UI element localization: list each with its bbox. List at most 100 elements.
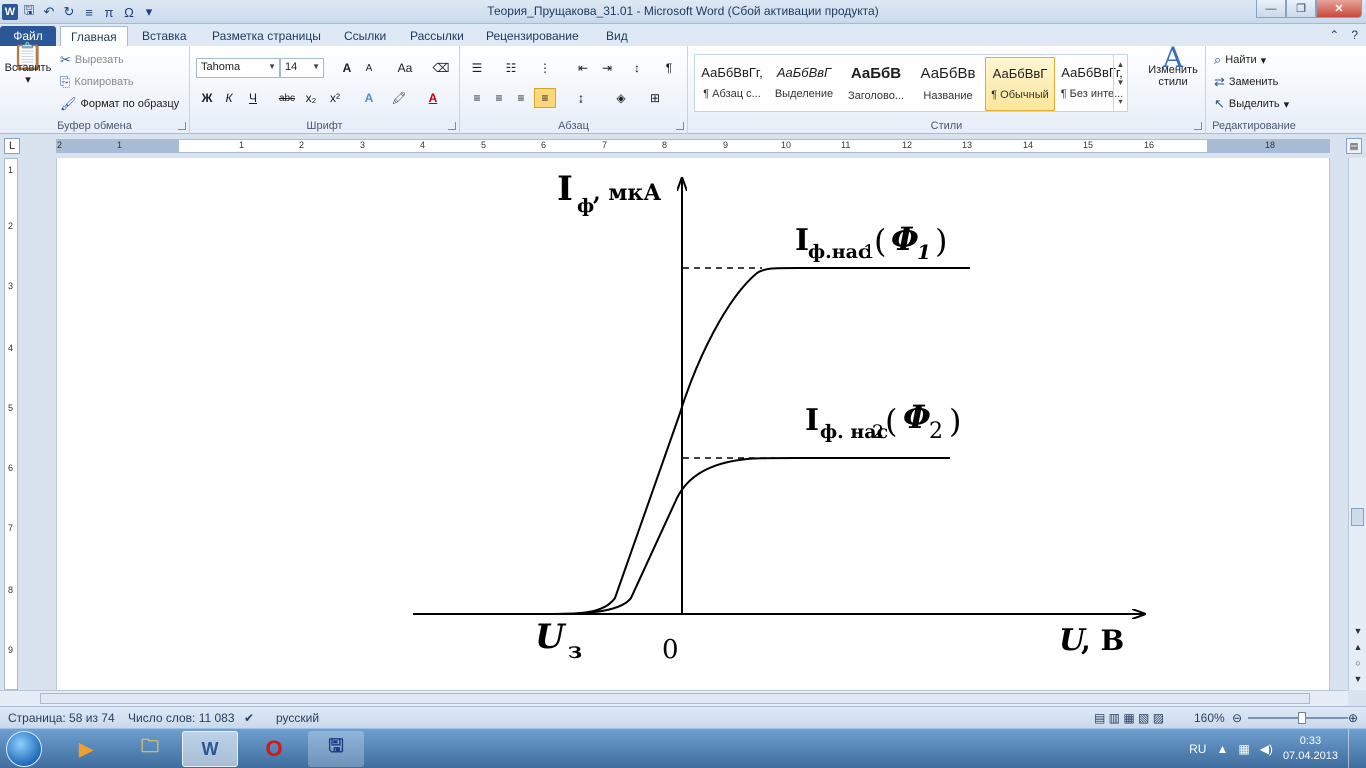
paragraph-launcher[interactable] [676, 122, 684, 130]
style-item[interactable]: АаБбВв Название [913, 57, 983, 111]
tab-review[interactable]: Рецензирование [476, 26, 589, 46]
tab-mailings[interactable]: Рассылки [400, 26, 474, 46]
paste-button[interactable]: 📋 Вставить ▾ [4, 43, 52, 86]
document-page[interactable]: I ф , мкА I ф.нас 1 ( Φ 1 ) I ф. нас 2 (… [56, 158, 1330, 690]
tab-references[interactable]: Ссылки [334, 26, 396, 46]
network-icon[interactable]: ▦ [1238, 742, 1249, 756]
find-button[interactable]: ⌕ Найти ▾ [1214, 50, 1266, 70]
view-buttons[interactable]: ▤ ▥ ▦ ▧ ▨ [1094, 711, 1164, 725]
superscript-button[interactable]: x² [324, 88, 346, 108]
italic-button[interactable]: К [218, 88, 240, 108]
page-count[interactable]: Страница: 58 из 74 [8, 711, 115, 725]
window-title: Теория_Прущакова_31.01 - Microsoft Word … [487, 4, 879, 18]
tab-selector[interactable]: L [4, 138, 20, 154]
change-case-button[interactable]: Aa [390, 58, 420, 78]
multilevel-list-icon[interactable]: ⋮ [534, 58, 556, 78]
horizontal-ruler[interactable]: 2 1 1 2 3 4 5 6 7 8 9 10 11 12 13 14 15 … [56, 139, 1330, 153]
bold-button[interactable]: Ж [196, 88, 218, 108]
font-color-icon[interactable]: A [422, 88, 444, 108]
ruler-number: 5 [8, 403, 14, 413]
save-app-icon[interactable]: 🖫 [308, 731, 364, 767]
align-right-icon[interactable]: ≡ [510, 88, 532, 108]
style-item[interactable]: АаБбВвГ Выделение [769, 57, 839, 111]
replace-button[interactable]: ⇄ Заменить [1214, 72, 1278, 92]
strikethrough-button[interactable]: abc [276, 88, 298, 108]
ruler-number: 9 [723, 140, 729, 150]
gallery-scroll[interactable]: ▲ ▼ ▾ [1113, 55, 1127, 111]
shading-icon[interactable]: ◈ [610, 88, 632, 108]
zoom-out-icon[interactable]: ⊖ [1232, 711, 1242, 725]
scroll-down-icon[interactable]: ▼ [1354, 626, 1363, 636]
horizontal-scrollbar[interactable] [0, 690, 1348, 706]
align-center-icon[interactable]: ≡ [488, 88, 510, 108]
tab-view[interactable]: Вид [596, 26, 638, 46]
minimize-button[interactable]: — [1256, 0, 1286, 18]
grow-font-button[interactable]: A [336, 58, 358, 78]
zoom-slider-thumb[interactable] [1298, 712, 1306, 724]
numbering-icon[interactable]: ☷ [500, 58, 522, 78]
language-indicator[interactable]: RU [1189, 742, 1206, 756]
spellcheck-icon[interactable]: ✔ [244, 711, 254, 725]
show-desktop-button[interactable] [1348, 729, 1358, 768]
scroll-thumb[interactable] [1351, 508, 1364, 526]
styles-label: Стили [930, 120, 963, 132]
prev-page-icon[interactable]: ▲ [1354, 642, 1363, 652]
style-item[interactable]: АаБбВвГг, ¶ Абзац с... [697, 57, 767, 111]
increase-indent-icon[interactable]: ⇥ [596, 58, 618, 78]
styles-launcher[interactable] [1194, 122, 1202, 130]
style-item[interactable]: АаБбВ Заголово... [841, 57, 911, 111]
vertical-scrollbar[interactable]: ▼ ▲ ○ ▼ [1348, 158, 1366, 690]
word-taskbar-icon[interactable]: W [182, 731, 238, 767]
font-family-select[interactable]: Tahoma ▼ [196, 58, 280, 78]
volume-icon[interactable]: ◀) [1260, 742, 1273, 756]
scroll-thumb[interactable] [40, 693, 1310, 704]
tab-page-layout[interactable]: Разметка страницы [202, 26, 331, 46]
tab-home[interactable]: Главная [60, 26, 128, 46]
clock[interactable]: 0:33 07.04.2013 [1283, 734, 1338, 764]
bullets-icon[interactable]: ☰ [466, 58, 488, 78]
show-marks-button[interactable]: ¶ [658, 58, 680, 78]
change-styles-button[interactable]: A Изменить стили [1144, 44, 1202, 89]
align-left-icon[interactable]: ≡ [466, 88, 488, 108]
font-size-select[interactable]: 14 ▼ [280, 58, 324, 78]
sort-icon[interactable]: ↕ [626, 58, 648, 78]
shrink-font-button[interactable]: A [358, 58, 380, 78]
decrease-indent-icon[interactable]: ⇤ [572, 58, 594, 78]
borders-icon[interactable]: ⊞ [644, 88, 666, 108]
underline-button[interactable]: Ч [242, 88, 264, 108]
justify-icon[interactable]: ≡ [534, 88, 556, 108]
subscript-button[interactable]: x₂ [300, 88, 322, 108]
select-button[interactable]: ↖ Выделить ▾ [1214, 94, 1289, 114]
text-effects-icon[interactable]: A [358, 88, 380, 108]
copy-button[interactable]: ⎘ Копировать [60, 72, 134, 92]
style-item-normal[interactable]: АаБбВвГ ¶ Обычный [985, 57, 1055, 111]
font-launcher[interactable] [448, 122, 456, 130]
vertical-ruler[interactable]: 1 2 3 4 5 6 7 8 9 [4, 158, 18, 690]
zoom-in-icon[interactable]: ⊕ [1348, 711, 1358, 725]
view-ruler-button[interactable]: ▤ [1346, 138, 1362, 154]
explorer-icon[interactable]: 🗀 [122, 731, 178, 767]
show-hidden-icons[interactable]: ▲ [1216, 742, 1228, 756]
opera-icon[interactable]: O [246, 731, 302, 767]
maximize-button[interactable]: ❐ [1286, 0, 1316, 18]
language-status[interactable]: русский [276, 711, 319, 725]
clear-format-icon[interactable]: ⌫ [430, 58, 452, 78]
zoom-level[interactable]: 160% [1194, 711, 1225, 725]
ruler-number: 11 [841, 140, 851, 150]
stop-voltage-sub: з [568, 638, 582, 664]
cut-button[interactable]: ✂ Вырезать [60, 50, 124, 70]
minimize-ribbon-icon[interactable]: ⌃ [1329, 28, 1339, 42]
clipboard-launcher[interactable] [178, 122, 186, 130]
tab-insert[interactable]: Вставка [132, 26, 197, 46]
format-painter-button[interactable]: 🖌 Формат по образцу [60, 94, 179, 114]
start-button[interactable] [6, 731, 42, 767]
help-icon[interactable]: ? [1351, 28, 1358, 42]
highlight-icon[interactable]: 🖍 [388, 88, 410, 108]
browse-object-icon[interactable]: ○ [1355, 658, 1360, 668]
word-count[interactable]: Число слов: 11 083 [128, 711, 235, 725]
close-button[interactable]: ✕ [1316, 0, 1362, 18]
media-player-icon[interactable]: ▶ [58, 731, 114, 767]
next-page-icon[interactable]: ▼ [1354, 674, 1363, 684]
y-axis-label-unit: , мкА [593, 180, 661, 206]
line-spacing-icon[interactable]: ↨ [570, 88, 592, 108]
